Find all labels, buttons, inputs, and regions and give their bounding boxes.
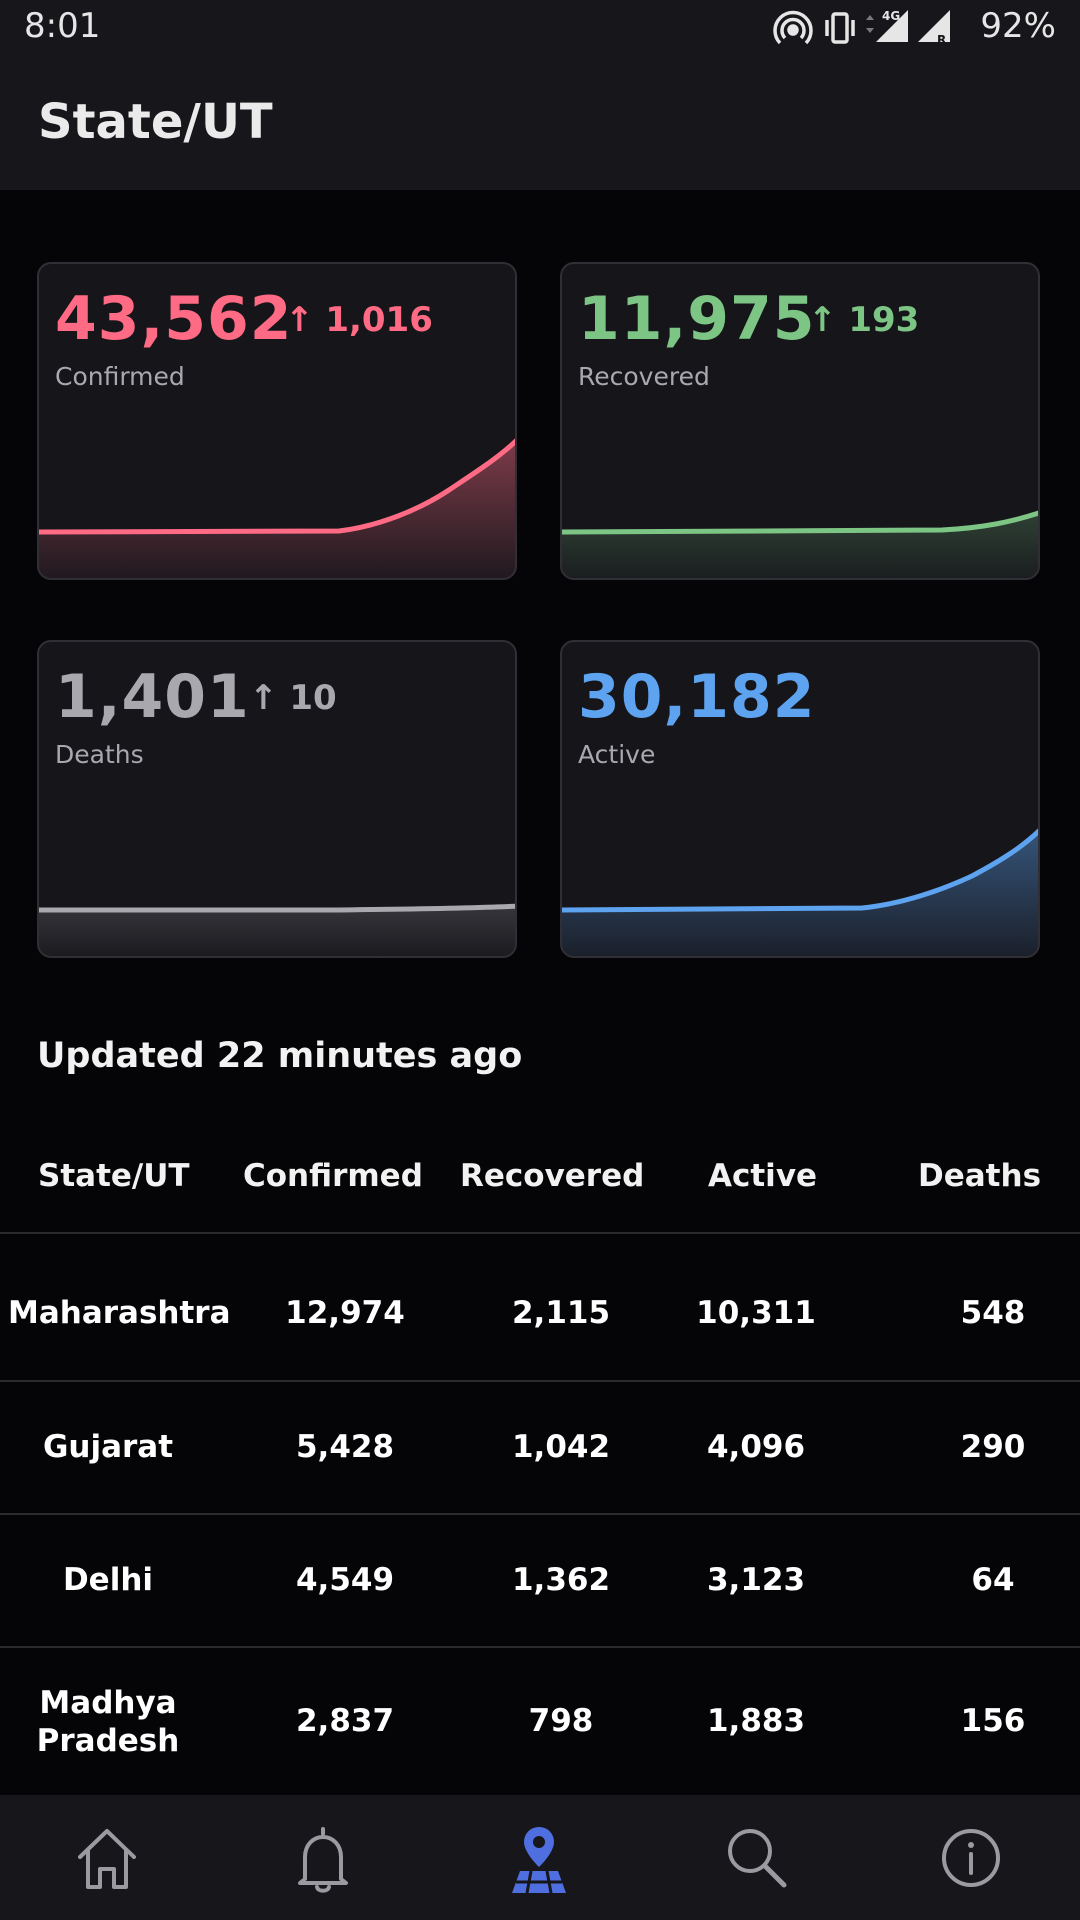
app-bar: State/UT — [0, 58, 1080, 190]
status-bar: 8:01 4G R 92% — [0, 0, 1080, 58]
header-state[interactable]: State/UT — [38, 1158, 190, 1194]
home-icon — [78, 1829, 136, 1889]
cell-state: Gujarat — [42, 1429, 174, 1465]
info-icon — [942, 1829, 1000, 1887]
table-row[interactable]: Delhi 4,549 1,362 3,123 64 — [0, 1515, 1080, 1648]
cell-active: 3,123 — [706, 1562, 806, 1598]
4g-signal-icon: 4G — [866, 9, 908, 42]
cell-deaths: 156 — [960, 1703, 1026, 1739]
cell-state: Delhi — [62, 1562, 154, 1598]
updated-timestamp: Updated 22 minutes ago — [37, 1036, 523, 1076]
header-confirmed[interactable]: Confirmed — [243, 1158, 423, 1194]
nav-states-map[interactable] — [494, 1813, 584, 1903]
cell-deaths: 290 — [960, 1429, 1026, 1465]
cell-deaths: 548 — [960, 1295, 1026, 1331]
header-recovered[interactable]: Recovered — [460, 1158, 644, 1194]
hotspot-icon — [773, 10, 813, 45]
active-sparkline — [562, 828, 1038, 956]
deaths-card[interactable]: 1,401 ↑ 10 Deaths — [37, 640, 517, 958]
cell-active: 1,883 — [706, 1703, 806, 1739]
confirmed-sparkline — [39, 438, 515, 578]
active-card[interactable]: 30,182 Active — [560, 640, 1040, 958]
nav-search[interactable] — [710, 1813, 800, 1903]
nav-alerts[interactable] — [278, 1813, 368, 1903]
nav-home[interactable] — [62, 1813, 152, 1903]
battery-percentage: 92% — [980, 6, 1056, 46]
cell-recovered: 1,362 — [511, 1562, 611, 1598]
cell-recovered: 798 — [528, 1703, 594, 1739]
recovered-card[interactable]: 11,975 ↑ 193 Recovered — [560, 262, 1040, 580]
confirmed-card[interactable]: 43,562 ↑ 1,016 Confirmed — [37, 262, 517, 580]
search-icon — [728, 1829, 787, 1888]
cell-confirmed: 2,837 — [295, 1703, 395, 1739]
header-active[interactable]: Active — [708, 1158, 817, 1194]
recovered-sparkline — [562, 510, 1038, 578]
cell-deaths: 64 — [971, 1562, 1015, 1598]
table-row[interactable]: Maharashtra 12,974 2,115 10,311 548 — [0, 1234, 1080, 1382]
page-title: State/UT — [38, 94, 273, 150]
svg-text:R: R — [937, 33, 946, 47]
state-table: State/UT Confirmed Recovered Active Deat… — [0, 1110, 1080, 1759]
nav-info[interactable] — [926, 1813, 1016, 1903]
cell-recovered: 2,115 — [511, 1295, 611, 1331]
cell-active: 10,311 — [696, 1295, 816, 1331]
cell-confirmed: 4,549 — [295, 1562, 395, 1598]
deaths-sparkline — [39, 903, 515, 956]
cell-state: Maharashtra — [8, 1295, 231, 1331]
table-row[interactable]: Madhya Pradesh 2,837 798 1,883 156 — [0, 1648, 1080, 1798]
cell-confirmed: 5,428 — [295, 1429, 395, 1465]
bell-icon — [298, 1827, 348, 1893]
map-icon — [512, 1827, 566, 1894]
bottom-navigation — [0, 1795, 1080, 1920]
cell-recovered: 1,042 — [511, 1429, 611, 1465]
cell-confirmed: 12,974 — [285, 1295, 405, 1331]
table-header: State/UT Confirmed Recovered Active Deat… — [0, 1110, 1080, 1234]
cell-active: 4,096 — [706, 1429, 806, 1465]
signal-roaming-icon: R — [918, 10, 950, 47]
vibrate-icon — [825, 12, 855, 44]
table-row[interactable]: Gujarat 5,428 1,042 4,096 290 — [0, 1382, 1080, 1515]
cell-state: Madhya Pradesh — [36, 1685, 180, 1759]
status-time: 8:01 — [24, 6, 101, 46]
header-deaths[interactable]: Deaths — [918, 1158, 1041, 1194]
